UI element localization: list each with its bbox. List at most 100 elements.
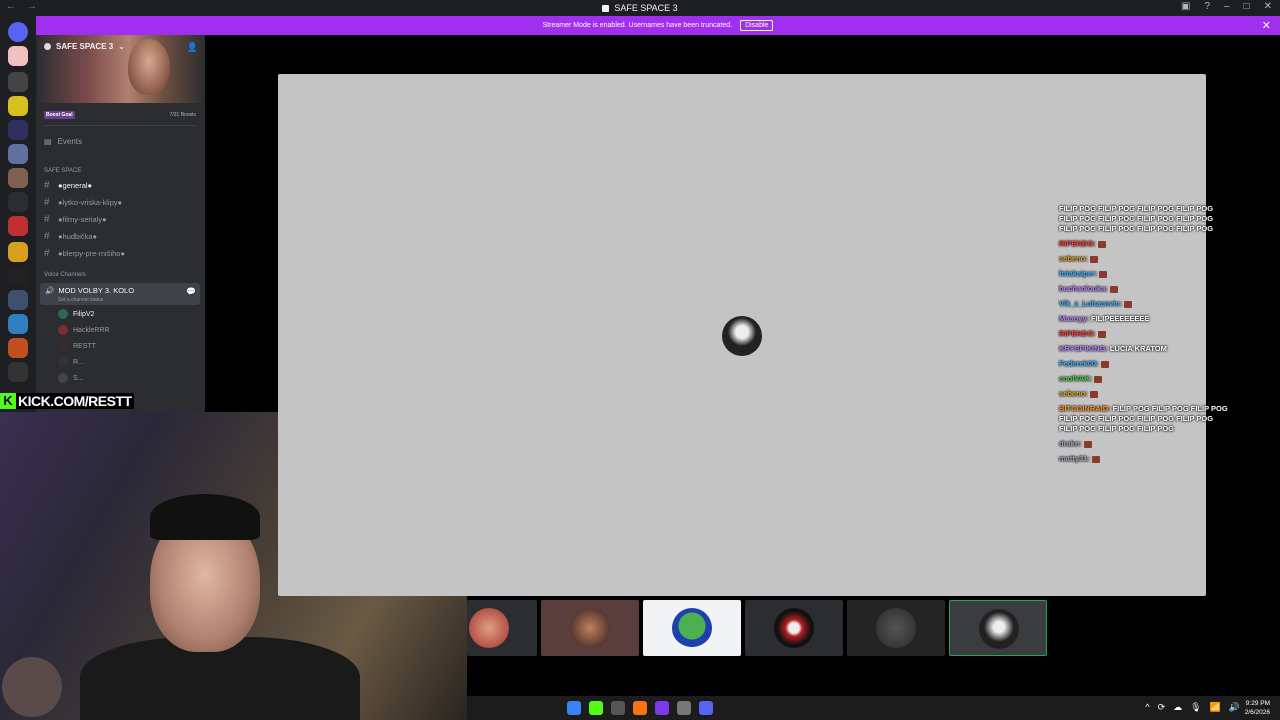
- streamer-mode-banner: Streamer Mode is enabled. Usernames have…: [36, 16, 1280, 35]
- channel-lytko-vriska-klipy[interactable]: # ●lytko-vriska-klipy●: [44, 197, 122, 208]
- system-tray: ^ ⟳ ☁ 🎙 📶 🔊: [1145, 702, 1240, 713]
- server-icon[interactable]: [8, 144, 28, 164]
- emote-icon: [1094, 375, 1103, 383]
- boost-goal-bar[interactable]: Boost Goal 7/31 Boosts: [44, 110, 196, 120]
- emote-icon: [1099, 270, 1108, 278]
- windows-start-icon[interactable]: [567, 701, 581, 715]
- taskbar-apps: [567, 701, 713, 715]
- participant-tile-speaking[interactable]: [949, 600, 1047, 656]
- channel-hudbicka[interactable]: # ●hudbička●: [44, 231, 97, 242]
- channel-status-placeholder[interactable]: Set a channel status: [58, 297, 103, 303]
- focused-user-avatar[interactable]: [722, 316, 762, 356]
- emote-icon: [1089, 390, 1098, 398]
- server-icon[interactable]: [8, 96, 28, 116]
- category-voice-channels[interactable]: Voice Channels: [44, 272, 86, 278]
- chat-username: matty31:: [1059, 454, 1090, 463]
- category-label: Voice Channels: [44, 272, 86, 278]
- member-name: S...: [73, 374, 84, 382]
- volume-icon[interactable]: 🔊: [1229, 702, 1240, 713]
- cloud-icon[interactable]: ☁: [1173, 702, 1182, 713]
- emote-icon: [1109, 285, 1118, 293]
- voice-member[interactable]: HackleRRR: [58, 325, 110, 335]
- chat-message: sebeno:: [1059, 254, 1229, 264]
- nav-arrows[interactable]: ← →: [6, 1, 41, 12]
- clock-date: 2/6/2026: [1244, 709, 1270, 716]
- hashtag-icon: #: [44, 248, 50, 259]
- kick-overlay: K KICK.COM/RESTT: [0, 392, 134, 410]
- title-bar: ← → SAFE SPACE 3 ▣ ? – □ ✕: [0, 0, 1280, 16]
- tray-chevron-icon[interactable]: ^: [1145, 702, 1149, 713]
- inbox-icon[interactable]: ▣: [1181, 1, 1190, 12]
- help-icon[interactable]: ?: [1204, 1, 1210, 12]
- kick-app-icon[interactable]: [589, 701, 603, 715]
- discord-home-icon[interactable]: [8, 22, 28, 42]
- avatar: [876, 608, 916, 648]
- boost-count: 7/31 Boosts: [169, 112, 196, 118]
- brave-icon[interactable]: [633, 701, 647, 715]
- invite-people-icon[interactable]: 👤: [187, 42, 198, 53]
- voice-member[interactable]: R...: [58, 357, 84, 367]
- category-safe-space[interactable]: SAFE SPACE: [44, 168, 81, 174]
- window-title-text: SAFE SPACE 3: [614, 3, 678, 13]
- participant-tile[interactable]: [467, 600, 537, 656]
- chat-message: Vlk_z_Luhacovic:: [1059, 299, 1229, 309]
- boost-goal-label: Boost Goal: [44, 111, 75, 119]
- voice-channel-mod-volby[interactable]: 🔊 MOD VOLBY 3. KOLO Set a channel status …: [40, 283, 200, 305]
- events-item[interactable]: ▤ Events: [44, 137, 82, 146]
- participant-tile[interactable]: [541, 600, 639, 656]
- mascot-sticker: [2, 657, 62, 717]
- chat-bubble-icon[interactable]: 💬: [186, 287, 196, 296]
- server-icon[interactable]: [8, 72, 28, 92]
- server-icon[interactable]: [8, 290, 28, 310]
- participant-tile[interactable]: [643, 600, 741, 656]
- chat-message: coolVAK:: [1059, 374, 1229, 384]
- emote-icon: [1097, 330, 1106, 338]
- minimize-button[interactable]: –: [1224, 1, 1230, 12]
- maximize-button[interactable]: □: [1244, 1, 1250, 12]
- chat-username: Federek00:: [1059, 359, 1099, 368]
- folder-icon[interactable]: [8, 242, 28, 262]
- close-window-button[interactable]: ✕: [1264, 1, 1272, 12]
- close-banner-icon[interactable]: ✕: [1262, 19, 1271, 32]
- emote-icon: [1100, 360, 1109, 368]
- sync-icon[interactable]: ⟳: [1158, 702, 1166, 713]
- server-icon[interactable]: [8, 314, 28, 334]
- network-icon[interactable]: 📶: [1210, 702, 1221, 713]
- participant-tile[interactable]: [847, 600, 945, 656]
- member-name: R...: [73, 358, 84, 366]
- emote-icon: [1091, 455, 1100, 463]
- voice-member[interactable]: S...: [58, 373, 84, 383]
- channel-general[interactable]: # ●general●: [44, 180, 92, 191]
- disable-streamer-mode-button[interactable]: Disable: [740, 20, 774, 31]
- server-icon[interactable]: [8, 192, 28, 212]
- discord-icon[interactable]: [699, 701, 713, 715]
- chat-message: RIPENDO:: [1059, 239, 1229, 249]
- channel-label: ●filmy-serialy●: [58, 215, 107, 224]
- server-name-header[interactable]: SAFE SPACE 3 ⌄: [44, 42, 125, 51]
- system-clock[interactable]: 9:29 PM 2/6/2026: [1245, 699, 1270, 717]
- server-icon[interactable]: [8, 168, 28, 188]
- chat-message: matty31:: [1059, 454, 1229, 464]
- server-icon[interactable]: [8, 266, 28, 286]
- server-icon[interactable]: [8, 46, 28, 66]
- hashtag-icon: #: [44, 197, 50, 208]
- settings-icon[interactable]: [677, 701, 691, 715]
- channel-filmy-serialy[interactable]: # ●filmy-serialy●: [44, 214, 107, 225]
- channel-label: ●general●: [58, 181, 93, 190]
- channel-blerpy-pre-misiho[interactable]: # ●blerpy-pre-mišiho●: [44, 248, 125, 259]
- participant-tile[interactable]: [745, 600, 843, 656]
- emote-icon: [1123, 300, 1132, 308]
- server-icon[interactable]: [8, 362, 28, 382]
- server-icon[interactable]: [8, 338, 28, 358]
- server-rail: [0, 16, 36, 412]
- app-icon[interactable]: [611, 701, 625, 715]
- server-icon[interactable]: [8, 120, 28, 140]
- app-icon[interactable]: [655, 701, 669, 715]
- voice-member[interactable]: FilipV2: [58, 309, 94, 319]
- chat-username: sebeno:: [1059, 389, 1088, 398]
- window-controls: ▣ ? – □ ✕: [1181, 1, 1272, 12]
- microphone-icon[interactable]: 🎙: [1190, 702, 1201, 713]
- kick-logo-icon: K: [0, 393, 16, 409]
- server-icon[interactable]: [8, 216, 28, 236]
- voice-member[interactable]: RESTT: [58, 341, 96, 351]
